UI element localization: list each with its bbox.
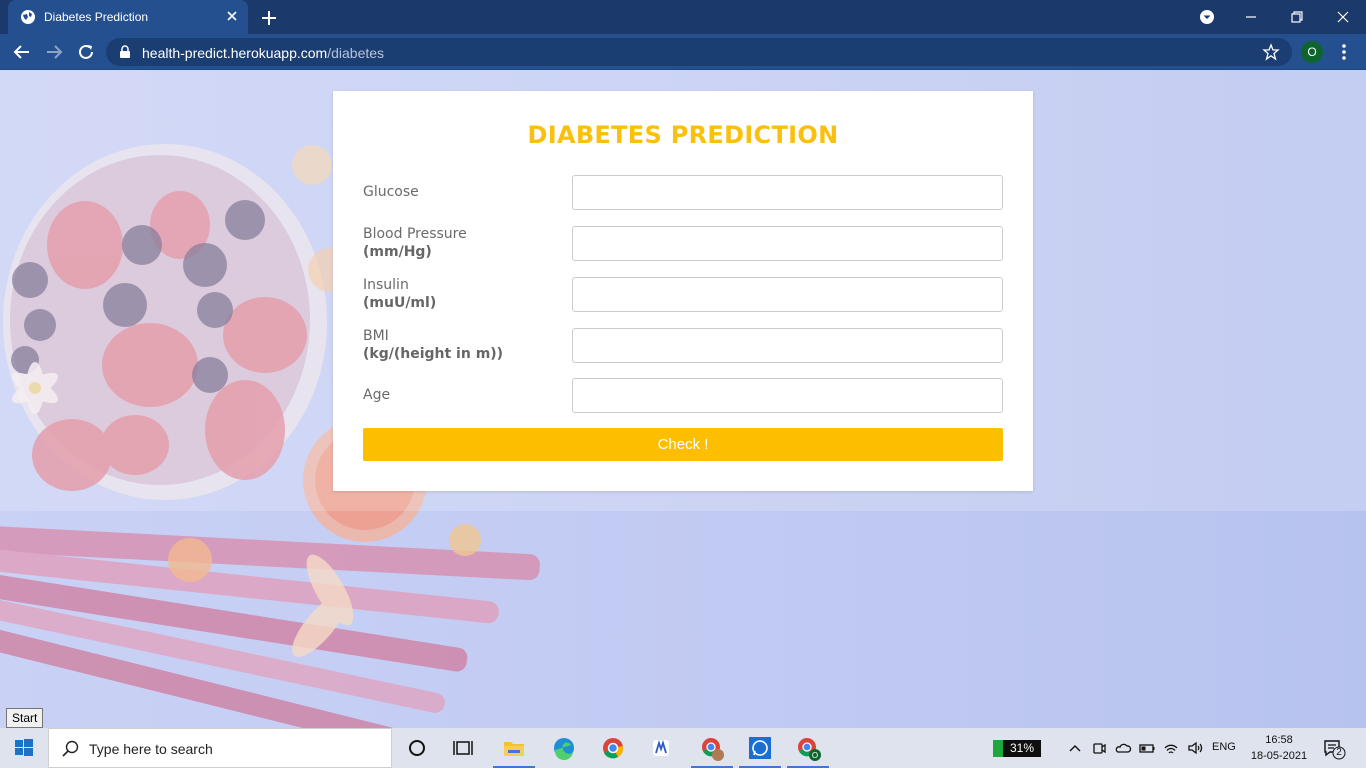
bmi-input[interactable]: [572, 328, 1003, 363]
tab-title: Diabetes Prediction: [44, 10, 149, 24]
age-input[interactable]: [572, 378, 1003, 413]
glucose-label-text: Glucose: [363, 184, 419, 200]
search-icon: [62, 740, 79, 757]
close-tab-icon[interactable]: [224, 8, 240, 24]
file-explorer-icon: [504, 742, 524, 756]
close-window-icon[interactable]: [1331, 5, 1355, 29]
globe-icon: [21, 10, 35, 24]
insulin-label-text: Insulin: [363, 277, 409, 293]
chrome-icon[interactable]: [590, 728, 636, 768]
language-indicator[interactable]: ENG: [1212, 741, 1236, 753]
whatsapp-icon: [749, 737, 771, 759]
glucose-label: Glucose: [363, 183, 563, 201]
more-menu-icon[interactable]: [1337, 41, 1351, 63]
notification-center[interactable]: 2: [1322, 738, 1346, 760]
bmi-label: BMI (kg/(height in m)): [363, 327, 563, 363]
app-icon[interactable]: [638, 728, 684, 768]
blood-pressure-unit: (mm/Hg): [363, 244, 432, 260]
bookmark-star-icon[interactable]: [1262, 43, 1280, 61]
notification-count: 2: [1336, 747, 1342, 758]
url-path: /diabetes: [327, 45, 385, 61]
back-arrow-icon[interactable]: [11, 41, 33, 63]
blood-pressure-input[interactable]: [572, 226, 1003, 261]
taskbar-search-box[interactable]: Type here to search: [48, 728, 392, 768]
cortana-icon[interactable]: [394, 728, 440, 768]
restore-icon[interactable]: [1285, 5, 1309, 29]
chevron-up-icon[interactable]: [1065, 738, 1085, 758]
minimize-icon[interactable]: [1239, 5, 1263, 29]
battery-icon[interactable]: [1137, 738, 1157, 758]
insulin-input[interactable]: [572, 277, 1003, 312]
reload-icon[interactable]: [75, 41, 97, 63]
age-label-text: Age: [363, 387, 391, 403]
forward-arrow-icon[interactable]: [43, 41, 65, 63]
browser-toolbar: health-predict.herokuapp.com/diabetes O: [0, 34, 1366, 70]
insulin-label: Insulin (muU/ml): [363, 276, 563, 312]
check-button[interactable]: Check !: [363, 428, 1003, 461]
url-text: health-predict.herokuapp.com/diabetes: [142, 45, 384, 61]
start-tooltip: Start: [6, 708, 44, 728]
url-host: health-predict.herokuapp.com: [142, 45, 328, 61]
meet-now-icon[interactable]: [1089, 738, 1109, 758]
windows-taskbar: Type here to search O 31% ENG 16:58 18-0…: [0, 728, 1366, 768]
wifi-icon[interactable]: [1161, 738, 1181, 758]
edge-icon[interactable]: [541, 728, 587, 768]
lock-icon[interactable]: [118, 45, 132, 59]
clock-time: 16:58: [1265, 734, 1293, 746]
clock[interactable]: 16:58 18-05-2021: [1249, 732, 1309, 764]
bmi-unit: (kg/(height in m)): [363, 346, 504, 362]
address-bar[interactable]: health-predict.herokuapp.com/diabetes: [106, 38, 1292, 66]
chrome-profile-app[interactable]: [689, 728, 735, 768]
chrome-icon: O: [798, 738, 821, 761]
clock-date: 18-05-2021: [1250, 750, 1308, 762]
battery-indicator[interactable]: 31%: [993, 740, 1041, 757]
insulin-unit: (muU/ml): [363, 295, 437, 311]
glucose-input[interactable]: [572, 175, 1003, 210]
page-body: DIABETES PREDICTION Glucose Blood Pressu…: [0, 70, 1366, 728]
chrome-secondary-app[interactable]: O: [785, 728, 831, 768]
browser-tab-strip: Diabetes Prediction: [0, 0, 1366, 34]
windows-start-icon[interactable]: [0, 728, 48, 768]
search-placeholder: Type here to search: [89, 741, 213, 757]
page-title: DIABETES PREDICTION: [527, 121, 839, 149]
onedrive-cloud-icon[interactable]: [1113, 738, 1133, 758]
profile-avatar[interactable]: O: [1301, 41, 1323, 63]
bmi-label-text: BMI: [363, 328, 389, 344]
browser-tab-active[interactable]: Diabetes Prediction: [8, 0, 248, 34]
chrome-profile-icon: [702, 738, 724, 761]
task-view-icon[interactable]: [440, 728, 486, 768]
tab-search-icon[interactable]: [1195, 5, 1219, 29]
file-explorer-app[interactable]: [491, 728, 537, 768]
blood-pressure-label: Blood Pressure (mm/Hg): [363, 225, 563, 261]
prediction-form-card: DIABETES PREDICTION Glucose Blood Pressu…: [333, 91, 1033, 491]
blood-pressure-label-text: Blood Pressure: [363, 226, 467, 242]
new-tab-plus-icon[interactable]: [258, 7, 280, 29]
whatsapp-app[interactable]: [737, 728, 783, 768]
svg-text:O: O: [812, 751, 818, 760]
age-label: Age: [363, 386, 563, 404]
volume-icon[interactable]: [1185, 738, 1205, 758]
